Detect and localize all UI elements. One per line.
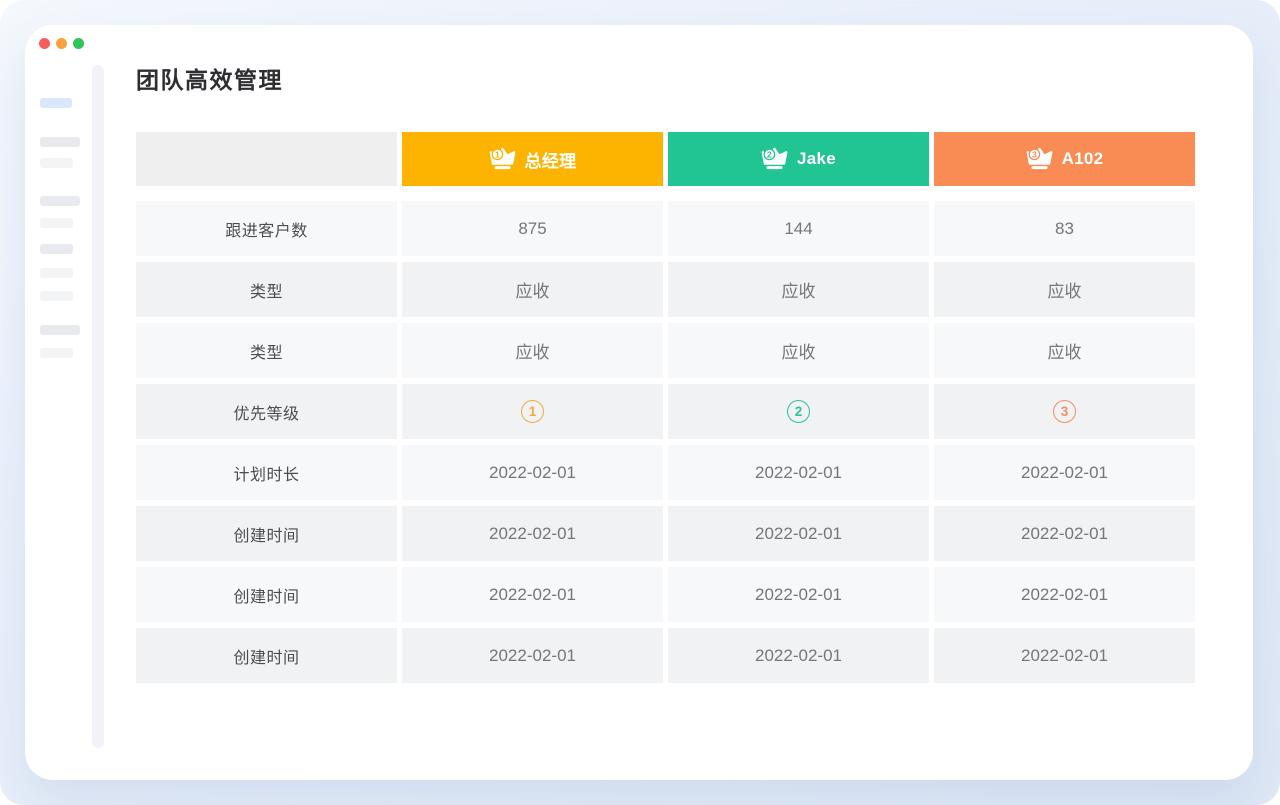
window-controls bbox=[39, 38, 84, 49]
crown-rank-2-icon: 2 bbox=[761, 147, 788, 171]
browser-window: 团队高效管理 1 总经理 bbox=[25, 25, 1253, 780]
sidebar-item-placeholder[interactable] bbox=[40, 218, 73, 228]
table-cell: 2022-02-01 bbox=[402, 567, 663, 622]
sidebar-item-placeholder[interactable] bbox=[40, 244, 73, 254]
table-cell: 2022-02-01 bbox=[668, 506, 929, 561]
table-cell: 2022-02-01 bbox=[934, 506, 1195, 561]
table-cell: 应收 bbox=[402, 262, 663, 317]
minimize-button[interactable] bbox=[56, 38, 67, 49]
sidebar-item-placeholder[interactable] bbox=[40, 196, 80, 206]
sidebar-item-placeholder[interactable] bbox=[40, 158, 73, 168]
table-cell: 应收 bbox=[668, 323, 929, 378]
table-header-rank-3: 3 A102 bbox=[934, 132, 1195, 186]
svg-text:2: 2 bbox=[767, 149, 772, 159]
table-cell: 2022-02-01 bbox=[934, 445, 1195, 500]
table-cell: 875 bbox=[402, 201, 663, 256]
row-label: 创建时间 bbox=[136, 506, 397, 561]
table-row-created-time: 创建时间 2022-02-01 2022-02-01 2022-02-01 bbox=[136, 628, 1195, 683]
ranking-table: 1 总经理 2 Jake bbox=[136, 132, 1195, 683]
table-body: 跟进客户数 875 144 83 类型 应收 应收 应收 类型 应收 应收 应收 bbox=[136, 201, 1195, 683]
header-label: A102 bbox=[1062, 149, 1104, 169]
row-label: 跟进客户数 bbox=[136, 201, 397, 256]
table-cell: 1 bbox=[402, 384, 663, 439]
row-label: 类型 bbox=[136, 323, 397, 378]
table-cell: 2022-02-01 bbox=[934, 628, 1195, 683]
header-label: Jake bbox=[797, 149, 836, 169]
table-cell: 2022-02-01 bbox=[402, 628, 663, 683]
priority-2-badge: 2 bbox=[787, 400, 810, 423]
table-cell: 应收 bbox=[668, 262, 929, 317]
crown-rank-1-icon: 1 bbox=[489, 147, 516, 171]
sidebar-item-placeholder[interactable] bbox=[40, 325, 80, 335]
table-header-rank-1: 1 总经理 bbox=[402, 132, 663, 186]
table-cell: 2022-02-01 bbox=[668, 628, 929, 683]
sidebar-divider bbox=[92, 65, 104, 748]
table-header-row: 1 总经理 2 Jake bbox=[136, 132, 1195, 186]
table-row-priority: 优先等级 1 2 3 bbox=[136, 384, 1195, 439]
table-cell: 2022-02-01 bbox=[668, 445, 929, 500]
header-label: 总经理 bbox=[525, 147, 577, 172]
table-cell: 2022-02-01 bbox=[934, 567, 1195, 622]
row-label: 创建时间 bbox=[136, 628, 397, 683]
close-button[interactable] bbox=[39, 38, 50, 49]
crown-rank-3-icon: 3 bbox=[1026, 147, 1053, 171]
row-label: 类型 bbox=[136, 262, 397, 317]
table-row-followed-customers: 跟进客户数 875 144 83 bbox=[136, 201, 1195, 256]
table-row-type: 类型 应收 应收 应收 bbox=[136, 262, 1195, 317]
table-cell: 2022-02-01 bbox=[668, 567, 929, 622]
page-background: 团队高效管理 1 总经理 bbox=[0, 0, 1280, 805]
page-title: 团队高效管理 bbox=[136, 61, 283, 95]
table-cell: 3 bbox=[934, 384, 1195, 439]
table-cell: 2022-02-01 bbox=[402, 445, 663, 500]
table-cell: 2 bbox=[668, 384, 929, 439]
table-row-planned-duration: 计划时长 2022-02-01 2022-02-01 2022-02-01 bbox=[136, 445, 1195, 500]
sidebar-item-placeholder[interactable] bbox=[40, 137, 80, 147]
table-row-created-time: 创建时间 2022-02-01 2022-02-01 2022-02-01 bbox=[136, 506, 1195, 561]
sidebar-item-placeholder[interactable] bbox=[40, 291, 73, 301]
table-row-created-time: 创建时间 2022-02-01 2022-02-01 2022-02-01 bbox=[136, 567, 1195, 622]
table-cell: 83 bbox=[934, 201, 1195, 256]
priority-3-badge: 3 bbox=[1053, 400, 1076, 423]
row-label: 计划时长 bbox=[136, 445, 397, 500]
table-row-type: 类型 应收 应收 应收 bbox=[136, 323, 1195, 378]
table-corner-cell bbox=[136, 132, 397, 186]
table-cell: 应收 bbox=[934, 262, 1195, 317]
sidebar-item-placeholder[interactable] bbox=[40, 348, 73, 358]
sidebar-item-active[interactable] bbox=[40, 98, 72, 108]
table-cell: 144 bbox=[668, 201, 929, 256]
maximize-button[interactable] bbox=[73, 38, 84, 49]
svg-text:3: 3 bbox=[1032, 149, 1037, 159]
svg-text:1: 1 bbox=[495, 149, 500, 159]
row-label: 创建时间 bbox=[136, 567, 397, 622]
sidebar-item-placeholder[interactable] bbox=[40, 268, 73, 278]
table-header-rank-2: 2 Jake bbox=[668, 132, 929, 186]
priority-1-badge: 1 bbox=[521, 400, 544, 423]
row-label: 优先等级 bbox=[136, 384, 397, 439]
table-cell: 应收 bbox=[934, 323, 1195, 378]
table-cell: 应收 bbox=[402, 323, 663, 378]
table-cell: 2022-02-01 bbox=[402, 506, 663, 561]
